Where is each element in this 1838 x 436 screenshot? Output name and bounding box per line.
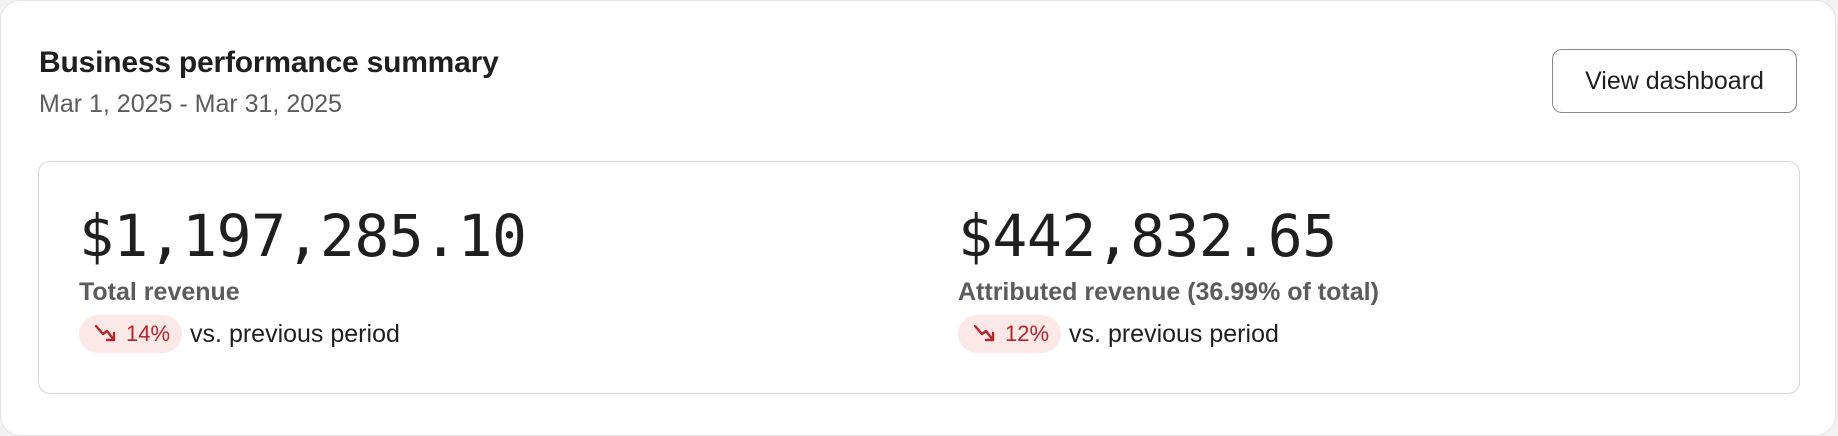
card-header: Business performance summary Mar 1, 2025… (39, 43, 1797, 123)
change-row: 12% vs. previous period (958, 315, 1379, 353)
metric-attributed-revenue: $442,832.65 Attributed revenue (36.99% o… (958, 200, 1379, 353)
trend-down-icon (972, 321, 998, 347)
change-percent: 14% (126, 321, 171, 346)
change-badge: 12% (958, 315, 1062, 353)
comparison-text: vs. previous period (190, 319, 400, 348)
card-title: Business performance summary (39, 46, 499, 79)
trend-down-icon (93, 321, 119, 347)
change-percent: 12% (1005, 321, 1050, 346)
change-badge: 14% (79, 315, 183, 353)
metrics-panel: $1,197,285.10 Total revenue 14% vs. prev… (38, 161, 1800, 394)
metric-label: Attributed revenue (36.99% of total) (958, 278, 1379, 306)
metric-value: $442,832.65 (958, 202, 1337, 270)
metric-label: Total revenue (79, 278, 240, 306)
metric-value: $1,197,285.10 (79, 202, 527, 270)
performance-summary-card: Business performance summary Mar 1, 2025… (0, 0, 1836, 436)
view-dashboard-button[interactable]: View dashboard (1552, 49, 1797, 113)
change-row: 14% vs. previous period (79, 315, 526, 353)
metric-total-revenue: $1,197,285.10 Total revenue 14% vs. prev… (79, 200, 527, 353)
date-range: Mar 1, 2025 - Mar 31, 2025 (39, 90, 342, 118)
comparison-text: vs. previous period (1069, 319, 1279, 348)
